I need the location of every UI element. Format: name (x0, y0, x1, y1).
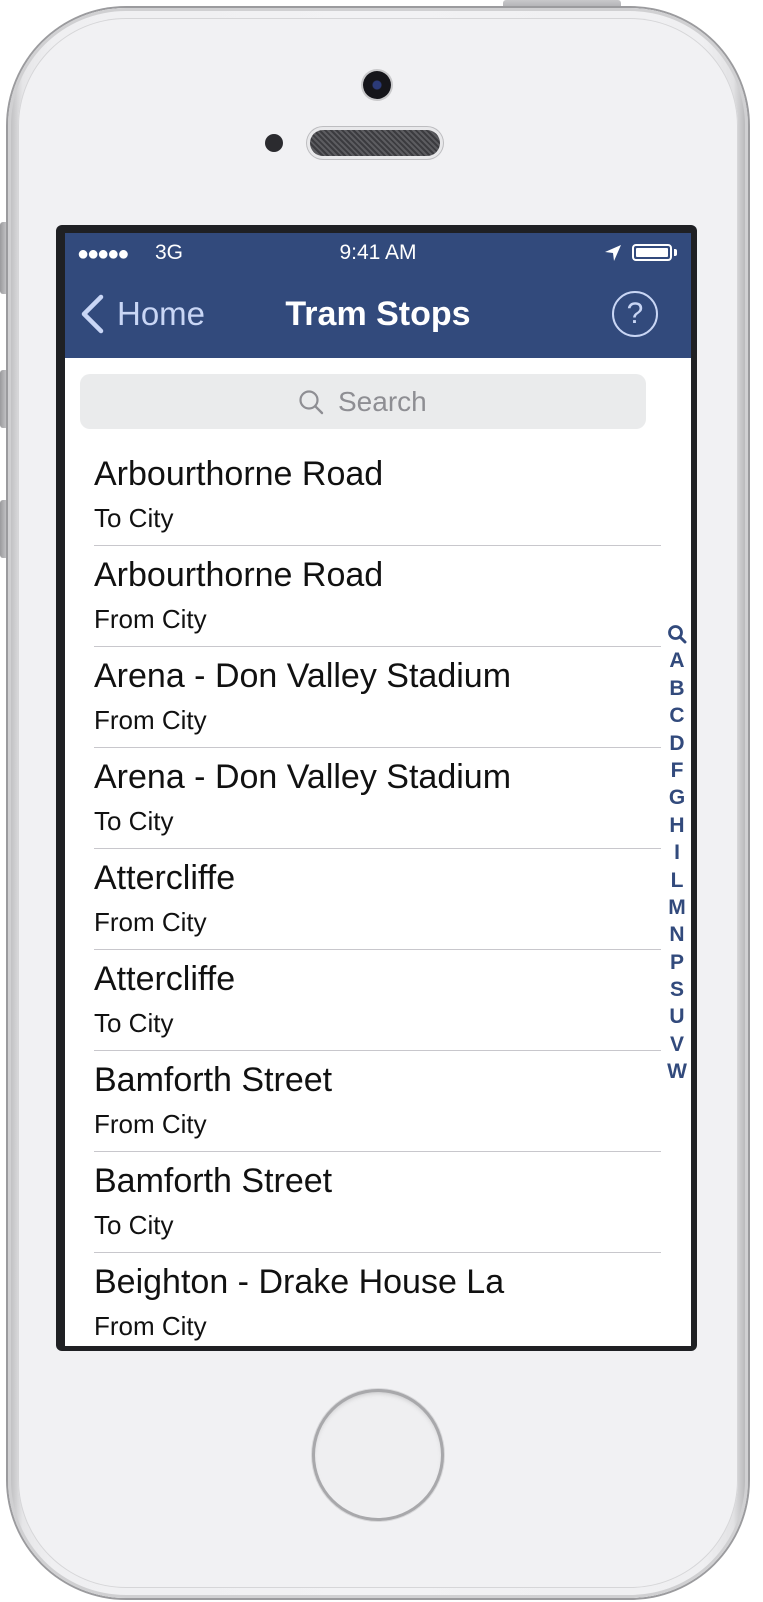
section-index: A B C D F G H I L M N P S U V W (665, 620, 689, 1086)
stop-direction: To City (94, 1210, 174, 1240)
stop-name: Bamforth Street (94, 1061, 333, 1099)
index-letter[interactable]: D (665, 730, 689, 757)
stop-name: Arena - Don Valley Stadium (94, 758, 512, 796)
earpiece-speaker (310, 130, 440, 156)
search-bar[interactable] (80, 374, 646, 429)
stop-name: Arbourthorne Road (94, 556, 384, 594)
stop-name: Attercliffe (94, 960, 236, 998)
index-letter[interactable]: H (665, 812, 689, 839)
index-letter[interactable]: U (665, 1003, 689, 1030)
index-letter[interactable]: W (665, 1058, 689, 1085)
navigation-bar: ●●●●● 3G 9:41 AM Home Tram Stops ? (65, 233, 691, 358)
stop-name: Bamforth Street (94, 1162, 333, 1200)
list-item[interactable]: Arbourthorne Road From City (65, 546, 691, 647)
search-icon (299, 389, 324, 414)
app-screen: ●●●●● 3G 9:41 AM Home Tram Stops ? Arbou… (65, 233, 691, 1346)
index-letter[interactable]: M (665, 894, 689, 921)
stop-name: Arbourthorne Road (94, 455, 384, 493)
location-arrow-icon (605, 245, 621, 261)
index-letter[interactable]: G (665, 784, 689, 811)
list-item[interactable]: Beighton - Drake House La From City (65, 1253, 691, 1346)
index-letter[interactable]: B (665, 675, 689, 702)
status-bar: ●●●●● 3G 9:41 AM (65, 233, 691, 273)
stop-name: Attercliffe (94, 859, 236, 897)
stop-direction: To City (94, 1008, 174, 1038)
list-item[interactable]: Attercliffe To City (65, 950, 691, 1051)
stop-direction: From City (94, 907, 207, 937)
list-item[interactable]: Arena - Don Valley Stadium From City (65, 647, 691, 748)
clock: 9:41 AM (339, 241, 417, 264)
list-item[interactable]: Attercliffe From City (65, 849, 691, 950)
home-button[interactable] (312, 1389, 444, 1521)
stop-direction: From City (94, 1109, 207, 1139)
index-letter[interactable]: F (665, 757, 689, 784)
index-letter[interactable]: A (665, 647, 689, 674)
tram-stop-list: Arbourthorne Road To City Arbourthorne R… (65, 445, 691, 1346)
front-camera-icon (363, 71, 391, 99)
stop-name: Arena - Don Valley Stadium (94, 657, 512, 695)
list-item[interactable]: Arbourthorne Road To City (65, 445, 691, 546)
index-letter[interactable]: P (665, 949, 689, 976)
stop-direction: To City (94, 806, 174, 836)
help-button[interactable]: ? (612, 291, 658, 337)
index-letter[interactable]: I (665, 839, 689, 866)
list-item[interactable]: Bamforth Street To City (65, 1152, 691, 1253)
stop-direction: To City (94, 503, 174, 533)
proximity-sensor (265, 134, 283, 152)
stop-name: Beighton - Drake House La (94, 1263, 505, 1301)
index-letter[interactable]: N (665, 921, 689, 948)
index-letter[interactable]: V (665, 1031, 689, 1058)
index-letter[interactable]: L (665, 867, 689, 894)
list-item[interactable]: Bamforth Street From City (65, 1051, 691, 1152)
search-input[interactable] (338, 385, 428, 418)
stop-direction: From City (94, 604, 207, 634)
page-title: Tram Stops (285, 295, 471, 333)
battery-icon (632, 244, 672, 261)
list-item[interactable]: Arena - Don Valley Stadium To City (65, 748, 691, 849)
index-letter[interactable]: C (665, 702, 689, 729)
index-search-icon[interactable] (665, 620, 689, 647)
stop-direction: From City (94, 705, 207, 735)
stop-direction: From City (94, 1311, 207, 1341)
index-letter[interactable]: S (665, 976, 689, 1003)
battery-tip (674, 249, 677, 256)
